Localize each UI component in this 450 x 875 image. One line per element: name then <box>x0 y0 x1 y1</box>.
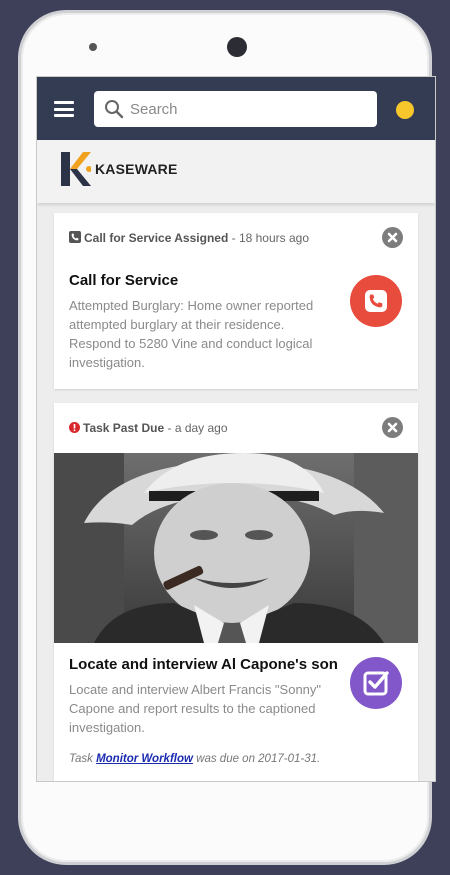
subject-photo <box>54 453 418 643</box>
notification-feed: Call for Service Assigned - 18 hours ago… <box>37 203 435 781</box>
dismiss-button[interactable] <box>382 227 403 248</box>
card-meta-time: - a day ago <box>164 421 228 435</box>
checkbox-icon <box>363 671 389 696</box>
card-title[interactable]: Call for Service <box>69 272 178 289</box>
hamburger-icon[interactable] <box>54 101 74 117</box>
close-icon <box>387 232 398 243</box>
notification-card[interactable]: Call for Service Assigned - 18 hours ago… <box>54 213 418 389</box>
user-status-dot[interactable] <box>396 101 414 119</box>
card-meta-title: Call for Service Assigned <box>84 231 229 245</box>
search-box[interactable] <box>94 91 377 127</box>
search-input[interactable] <box>130 91 360 127</box>
dismiss-button[interactable] <box>382 417 403 438</box>
top-bar <box>37 77 435 140</box>
search-icon <box>105 100 124 119</box>
card-meta-time: - 18 hours ago <box>228 231 309 245</box>
logo-text: KASEWARE <box>95 161 178 177</box>
phone-icon <box>365 290 387 312</box>
task-action-button[interactable] <box>350 657 402 709</box>
card-body: Attempted Burglary: Home owner reported … <box>69 298 314 370</box>
notification-card[interactable]: Task Past Due - a day ago Locate and int… <box>54 403 418 781</box>
app-screen: KASEWARE Call for Service Assigned - 18 … <box>37 77 435 781</box>
card-meta: Task Past Due - a day ago <box>69 421 228 435</box>
card-meta: Call for Service Assigned - 18 hours ago <box>69 231 309 245</box>
phone-square-icon <box>69 231 81 243</box>
card-title[interactable]: Locate and interview Al Capone's son <box>69 656 338 673</box>
card-meta-title: Task Past Due <box>83 421 165 435</box>
card-body: Locate and interview Albert Francis "Son… <box>69 682 322 735</box>
phone-camera <box>227 37 247 57</box>
call-action-button[interactable] <box>350 275 402 327</box>
phone-speaker <box>89 43 97 51</box>
footnote-prefix: Task <box>69 753 97 765</box>
brand-bar: KASEWARE <box>37 140 435 203</box>
task-footnote: Task Monitor Workflow was due on 2017-01… <box>69 753 320 765</box>
close-icon <box>387 422 398 433</box>
exclamation-circle-icon <box>69 422 80 433</box>
footnote-suffix: was due on 2017-01-31. <box>192 753 321 765</box>
kaseware-logo-icon[interactable] <box>61 152 91 186</box>
workflow-link[interactable]: Monitor Workflow <box>96 753 193 765</box>
